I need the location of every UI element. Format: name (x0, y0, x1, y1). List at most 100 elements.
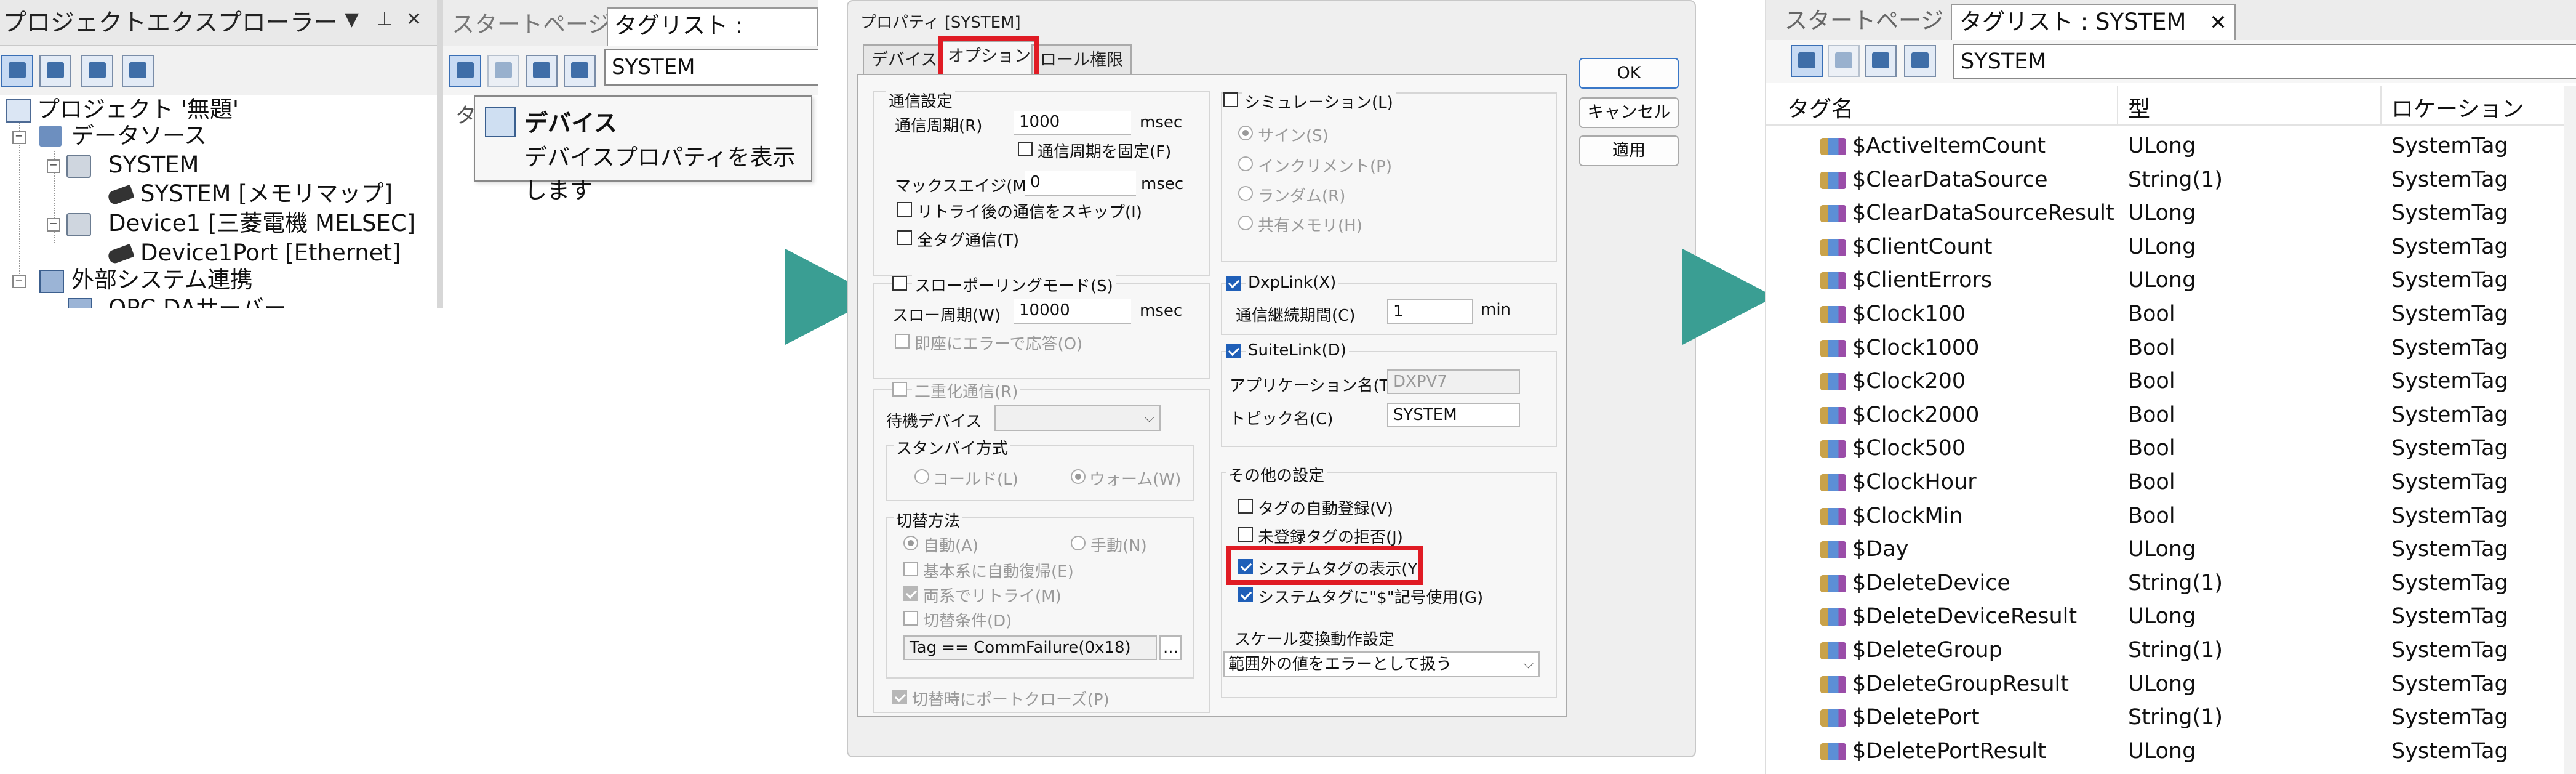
tag-location-cell: SystemTag (2391, 470, 2508, 494)
increment-radio[interactable] (1238, 156, 1253, 171)
device-properties-icon[interactable] (449, 55, 481, 87)
auto-restore-checkbox[interactable] (903, 562, 918, 576)
slow-cycle-input[interactable]: 10000 (1014, 299, 1131, 324)
collapse-icon[interactable]: − (12, 131, 26, 144)
skip-retry-checkbox[interactable] (897, 202, 912, 217)
all-tags-checkbox[interactable] (897, 230, 912, 245)
table-row[interactable]: $ClockMin Bool SystemTag (1766, 499, 2576, 533)
device-filter-input[interactable]: SYSTEM (1953, 44, 2576, 79)
tag-icon (1820, 675, 1846, 693)
tag-location-cell: SystemTag (2391, 604, 2508, 629)
scale-setting-select[interactable]: 範囲外の値をエラーとして扱う ⌵ (1223, 651, 1540, 677)
monitor-icon[interactable] (39, 55, 71, 87)
tag-icon (1820, 440, 1846, 458)
table-row[interactable]: $ClockHour Bool SystemTag (1766, 466, 2576, 499)
tag-icon[interactable] (564, 55, 596, 87)
column-header-tag-name[interactable]: タグ名 (1787, 91, 1854, 123)
slow-polling-checkbox[interactable] (892, 276, 907, 291)
collapse-icon[interactable]: − (12, 275, 26, 288)
tab-start-page[interactable]: スタートページ (1785, 4, 1943, 38)
table-row[interactable]: $Clock200 Bool SystemTag (1766, 365, 2576, 398)
collapse-icon[interactable]: − (47, 218, 60, 232)
tag-icon (1820, 541, 1846, 559)
table-row[interactable]: $DeleteDevice String(1) SystemTag (1766, 566, 2576, 600)
cold-radio[interactable] (914, 469, 929, 484)
error-reply-checkbox[interactable] (895, 334, 910, 349)
cancel-button[interactable]: キャンセル (1579, 97, 1679, 128)
comm-cycle-input[interactable]: 1000 (1014, 111, 1131, 135)
tab-role-permissions[interactable]: ロール権限 (1031, 44, 1132, 76)
standby-device-select[interactable]: ⌵ (994, 405, 1161, 431)
retry-both-checkbox[interactable] (903, 586, 918, 601)
search-icon[interactable] (526, 55, 558, 87)
port-icon (106, 184, 135, 206)
random-radio[interactable] (1238, 186, 1253, 201)
device-filter-input[interactable]: SYSTEM (604, 49, 818, 86)
table-row[interactable]: $Clock100 Bool SystemTag (1766, 297, 2576, 331)
sine-radio[interactable] (1238, 126, 1253, 140)
table-row[interactable]: $DeleteGroupResult ULong SystemTag (1766, 667, 2576, 701)
manual-radio[interactable] (1071, 536, 1086, 550)
topic-name-input[interactable]: SYSTEM (1387, 403, 1520, 427)
folder-icon[interactable] (81, 55, 113, 87)
sine-label: サイン(S) (1258, 127, 1329, 145)
scrollbar[interactable] (2564, 86, 2576, 774)
network-icon[interactable] (122, 55, 154, 87)
tab-start-page[interactable]: スタートページ (452, 7, 610, 42)
ok-button[interactable]: OK (1579, 58, 1679, 89)
table-row[interactable]: $ActiveItemCount ULong SystemTag (1766, 129, 2576, 163)
close-icon[interactable]: ✕ (406, 9, 422, 30)
table-row[interactable]: $Clock500 Bool SystemTag (1766, 432, 2576, 466)
collapse-icon[interactable]: − (47, 159, 60, 173)
keepalive-input[interactable]: 1 (1387, 299, 1473, 324)
port-close-checkbox[interactable] (892, 690, 907, 704)
copy-icon[interactable] (487, 55, 519, 87)
maxage-input[interactable]: 0 (1025, 171, 1136, 196)
tag-name-cell: $ActiveItemCount (1852, 134, 2046, 158)
table-row[interactable]: $ClientCount ULong SystemTag (1766, 230, 2576, 264)
table-row[interactable]: $DeleteGroup String(1) SystemTag (1766, 634, 2576, 667)
device-view-icon[interactable] (1, 55, 33, 87)
pin-icon[interactable]: ⊥ (377, 9, 393, 30)
redundancy-checkbox[interactable] (892, 382, 907, 397)
apply-button[interactable]: 適用 (1579, 135, 1679, 166)
tab-taglist[interactable]: タグリスト : SYSTEM ✕ (1951, 4, 2236, 40)
tab-device[interactable]: デバイス (863, 44, 946, 76)
table-row[interactable]: $ClearDataSourceResult ULong SystemTag (1766, 196, 2576, 230)
app-name-input[interactable]: DXPV7 (1387, 369, 1520, 394)
column-header-type[interactable]: 型 (2128, 91, 2150, 123)
comm-cycle-label: 通信周期(R) (895, 117, 983, 135)
switch-cond-checkbox[interactable] (903, 611, 918, 626)
table-row[interactable]: $DeletePortResult ULong SystemTag (1766, 735, 2576, 768)
auto-radio[interactable] (903, 536, 918, 550)
reject-unregistered-checkbox[interactable] (1238, 527, 1253, 542)
device-properties-icon[interactable] (1791, 45, 1823, 77)
auto-register-checkbox[interactable] (1238, 499, 1253, 514)
switch-cond-browse-button[interactable]: ... (1159, 635, 1182, 660)
switch-cond-input[interactable]: Tag == CommFailure(0x18) (903, 635, 1157, 660)
column-header-location[interactable]: ロケーション (2391, 91, 2524, 123)
dropdown-icon[interactable]: ▼ (345, 9, 359, 30)
table-row[interactable]: $Clock1000 Bool SystemTag (1766, 331, 2576, 365)
table-row[interactable]: $Clock2000 Bool SystemTag (1766, 398, 2576, 432)
redundancy-label: 二重化通信(R) (912, 379, 1021, 402)
system-tag-dollar-checkbox[interactable] (1238, 587, 1253, 602)
table-row[interactable]: $DeleteDeviceResult ULong SystemTag (1766, 600, 2576, 634)
tooltip-title: デバイス (524, 110, 617, 137)
shared-memory-radio[interactable] (1238, 216, 1253, 230)
suitelink-checkbox[interactable] (1226, 344, 1241, 358)
simulation-checkbox[interactable] (1223, 92, 1238, 107)
copy-icon[interactable] (1828, 45, 1860, 77)
search-icon[interactable] (1865, 45, 1897, 77)
table-row[interactable]: $Day ULong SystemTag (1766, 533, 2576, 566)
warm-radio[interactable] (1071, 469, 1086, 484)
fix-cycle-checkbox[interactable] (1018, 142, 1033, 156)
dxplink-checkbox[interactable] (1226, 276, 1241, 291)
table-row[interactable]: $ClearDataSource String(1) SystemTag (1766, 163, 2576, 197)
maxage-label: マックスエイジ(M) (895, 177, 1033, 196)
tag-icon[interactable] (1904, 45, 1936, 77)
table-row[interactable]: $ClientErrors ULong SystemTag (1766, 264, 2576, 297)
close-icon[interactable]: ✕ (2209, 10, 2227, 35)
table-row[interactable]: $DeletePort String(1) SystemTag (1766, 701, 2576, 735)
splitter[interactable] (437, 0, 443, 308)
